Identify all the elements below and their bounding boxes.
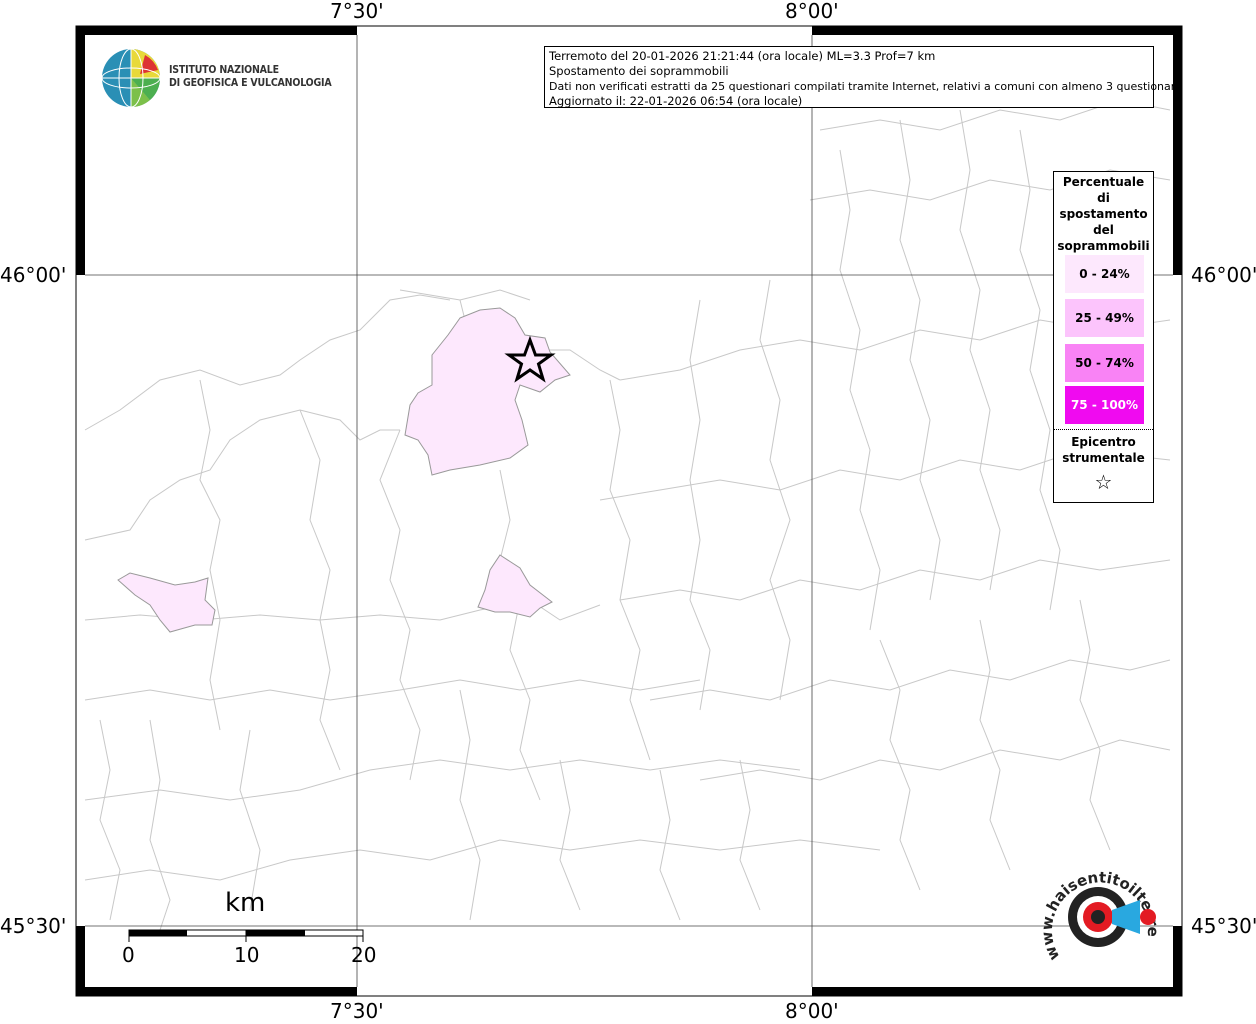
legend-title-line3: spostamento (1059, 207, 1148, 221)
ingv-globe-icon (101, 48, 161, 108)
ingv-logo-text: ISTITUTO NAZIONALE DI GEOFISICA E VULCAN… (169, 64, 332, 90)
legend-title-line2: di (1097, 191, 1110, 205)
ingv-line2: DI GEOFISICA E VULCANOLOGIA (169, 77, 332, 89)
legend-box: Percentuale di spostamento del soprammob… (1053, 171, 1154, 503)
scale-tick-10: 10 (234, 943, 260, 967)
legend-epicenter-label: Epicentro strumentale (1054, 434, 1153, 466)
legend-separator (1054, 429, 1153, 430)
legend-epicenter-line2: strumentale (1062, 451, 1145, 465)
legend-item-50-74: 50 - 74% (1065, 344, 1144, 382)
coord-left-1: 46°00' (0, 263, 67, 287)
legend-item-75-100: 75 - 100% (1065, 386, 1144, 424)
coord-right-2: 45°30' (1191, 914, 1256, 938)
event-line3: Dati non verificati estratti da 25 quest… (549, 80, 1182, 93)
ingv-line1: ISTITUTO NAZIONALE (169, 64, 279, 76)
legend-epicenter-line1: Epicentro (1071, 435, 1136, 449)
event-line2: Spostamento dei soprammobili (549, 64, 729, 78)
legend-title: Percentuale di spostamento del soprammob… (1054, 174, 1153, 254)
scale-unit: km (225, 888, 266, 918)
coord-right-1: 46°00' (1191, 263, 1256, 287)
event-line4: Aggiornato il: 22-01-2026 06:54 (ora loc… (549, 94, 803, 108)
coord-top-1: 7°30' (330, 0, 384, 23)
scale-tick-20: 20 (351, 943, 377, 967)
haisentito-logo-icon: www.haisentitoilterremoto.it (1040, 862, 1162, 963)
scale-tick-0: 0 (122, 943, 135, 967)
coord-bottom-2: 8°00' (785, 999, 839, 1023)
event-info-box: Terremoto del 20-01-2026 21:21:44 (ora l… (544, 46, 1182, 108)
legend-item-25-49: 25 - 49% (1065, 299, 1144, 337)
legend-item-0-24: 0 - 24% (1065, 255, 1144, 293)
legend-title-line4: del (1093, 223, 1114, 237)
coord-top-2: 8°00' (785, 0, 839, 23)
map-frame (75, 25, 1183, 997)
legend-star-icon: ☆ (1094, 470, 1113, 494)
legend-title-line5: soprammobili (1057, 239, 1150, 253)
legend-title-line1: Percentuale (1062, 175, 1145, 189)
coord-bottom-1: 7°30' (330, 999, 384, 1023)
coord-left-2: 45°30' (0, 914, 67, 938)
event-line1: Terremoto del 20-01-2026 21:21:44 (ora l… (549, 49, 936, 63)
